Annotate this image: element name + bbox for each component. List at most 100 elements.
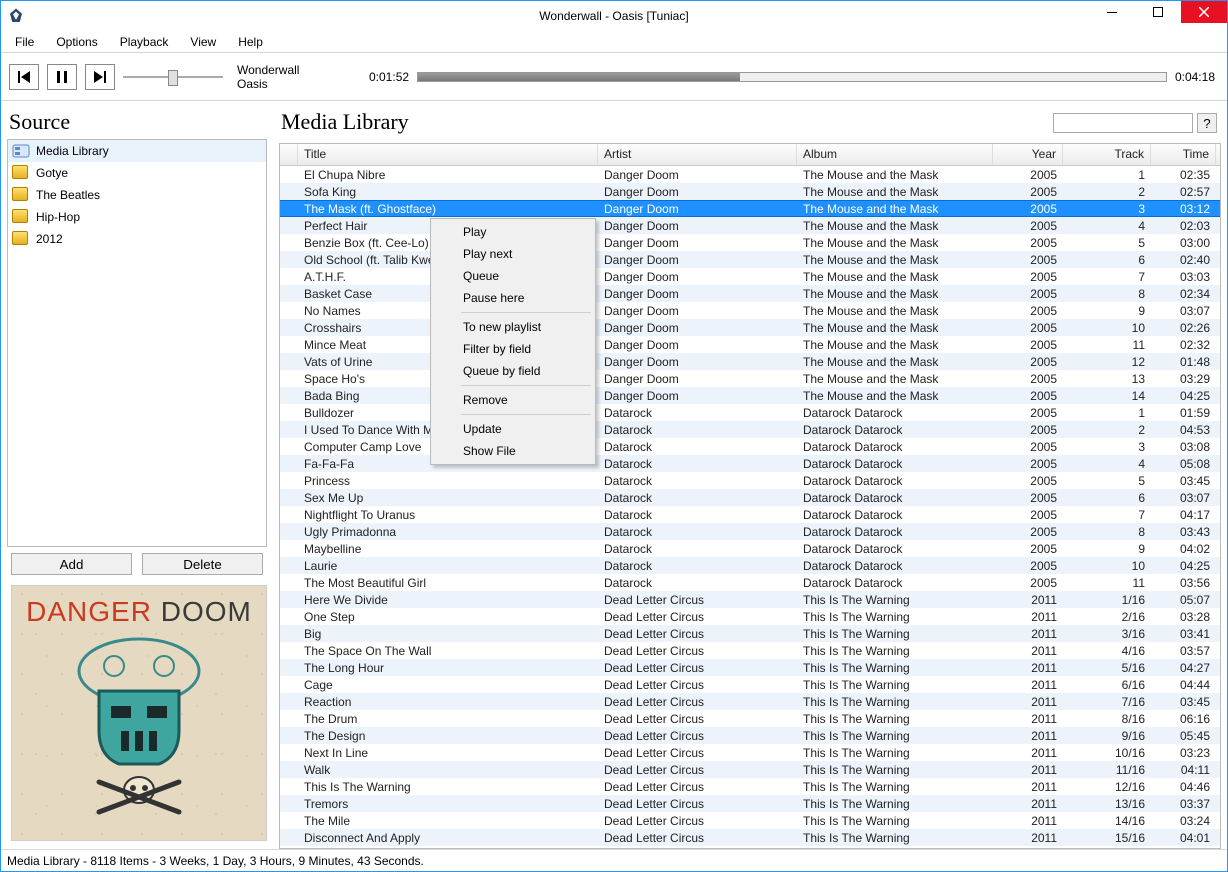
- table-row[interactable]: Old School (ft. Talib Kweli)Danger DoomT…: [280, 251, 1220, 268]
- now-playing-artist: Oasis: [237, 77, 357, 91]
- table-row[interactable]: BulldozerDatarockDatarock Datarock200510…: [280, 404, 1220, 421]
- source-list[interactable]: Media LibraryGotye The Beatles Hip-Hop 2012: [7, 139, 267, 547]
- context-menu-item[interactable]: Queue: [433, 265, 593, 287]
- table-body[interactable]: El Chupa NibreDanger DoomThe Mouse and t…: [280, 166, 1220, 848]
- album-art: DANGER DOOM: [11, 585, 267, 841]
- elapsed-time: 0:01:52: [369, 70, 409, 84]
- table-row[interactable]: ReactionDead Letter CircusThis Is The Wa…: [280, 693, 1220, 710]
- table-row[interactable]: CageDead Letter CircusThis Is The Warnin…: [280, 676, 1220, 693]
- context-menu-item[interactable]: Remove: [433, 389, 593, 411]
- context-menu-item[interactable]: Play: [433, 221, 593, 243]
- table-row[interactable]: WalkDead Letter CircusThis Is The Warnin…: [280, 761, 1220, 778]
- search-input[interactable]: [1053, 113, 1193, 133]
- table-header: Title Artist Album Year Track Time: [280, 144, 1220, 166]
- table-row[interactable]: One StepDead Letter CircusThis Is The Wa…: [280, 608, 1220, 625]
- table-row[interactable]: Disconnect And ApplyDead Letter CircusTh…: [280, 829, 1220, 846]
- table-row[interactable]: TremorsDead Letter CircusThis Is The War…: [280, 795, 1220, 812]
- previous-button[interactable]: [9, 64, 39, 90]
- source-item[interactable]: The Beatles: [8, 184, 266, 206]
- table-row[interactable]: CrosshairsDanger DoomThe Mouse and the M…: [280, 319, 1220, 336]
- col-track[interactable]: Track: [1063, 144, 1151, 165]
- source-item-label: The Beatles: [36, 188, 100, 202]
- menu-options[interactable]: Options: [48, 33, 105, 51]
- table-row[interactable]: Here We DivideDead Letter CircusThis Is …: [280, 591, 1220, 608]
- total-time: 0:04:18: [1175, 70, 1215, 84]
- table-row[interactable]: Next In LineDead Letter CircusThis Is Th…: [280, 744, 1220, 761]
- table-row[interactable]: The Most Beautiful GirlDatarockDatarock …: [280, 574, 1220, 591]
- source-item[interactable]: Media Library: [8, 140, 266, 162]
- table-row[interactable]: The Long HourDead Letter CircusThis Is T…: [280, 659, 1220, 676]
- table-row[interactable]: Fa-Fa-FaDatarockDatarock Datarock2005405…: [280, 455, 1220, 472]
- add-source-button[interactable]: Add: [11, 553, 132, 575]
- source-item-label: 2012: [36, 232, 63, 246]
- table-row[interactable]: MaybellineDatarockDatarock Datarock20059…: [280, 540, 1220, 557]
- table-row[interactable]: Perfect HairDanger DoomThe Mouse and the…: [280, 217, 1220, 234]
- table-row[interactable]: Vats of UrineDanger DoomThe Mouse and th…: [280, 353, 1220, 370]
- table-row[interactable]: The Space On The WallDead Letter CircusT…: [280, 642, 1220, 659]
- context-menu-item[interactable]: Filter by field: [433, 338, 593, 360]
- album-art-bones-icon: [89, 772, 189, 822]
- col-year[interactable]: Year: [993, 144, 1063, 165]
- minimize-button[interactable]: [1089, 1, 1135, 23]
- context-menu-item[interactable]: Update: [433, 418, 593, 440]
- context-menu-item[interactable]: Pause here: [433, 287, 593, 309]
- delete-source-button[interactable]: Delete: [142, 553, 263, 575]
- context-menu-item[interactable]: Show File: [433, 440, 593, 462]
- search-help-button[interactable]: ?: [1197, 113, 1217, 133]
- table-row[interactable]: BigDead Letter CircusThis Is The Warning…: [280, 625, 1220, 642]
- progress-bar[interactable]: [417, 72, 1167, 82]
- status-text: Media Library - 8118 Items - 3 Weeks, 1 …: [7, 854, 424, 868]
- table-row[interactable]: LaurieDatarockDatarock Datarock20051004:…: [280, 557, 1220, 574]
- table-row[interactable]: The DesignDead Letter CircusThis Is The …: [280, 727, 1220, 744]
- table-row[interactable]: Sex Me UpDatarockDatarock Datarock200560…: [280, 489, 1220, 506]
- table-row[interactable]: Bada BingDanger DoomThe Mouse and the Ma…: [280, 387, 1220, 404]
- source-item[interactable]: Gotye: [8, 162, 266, 184]
- playlist-icon: [12, 165, 30, 181]
- titlebar: Wonderwall - Oasis [Tuniac]: [1, 1, 1227, 31]
- source-item[interactable]: 2012: [8, 228, 266, 250]
- playlist-icon: [12, 187, 30, 203]
- col-time[interactable]: Time: [1151, 144, 1216, 165]
- table-row[interactable]: Basket CaseDanger DoomThe Mouse and the …: [280, 285, 1220, 302]
- player-bar: Wonderwall Oasis 0:01:52 0:04:18: [1, 53, 1227, 101]
- next-button[interactable]: [85, 64, 115, 90]
- playlist-icon: [12, 231, 30, 247]
- statusbar: Media Library - 8118 Items - 3 Weeks, 1 …: [1, 849, 1227, 871]
- app-icon: [1, 1, 31, 31]
- menu-help[interactable]: Help: [230, 33, 271, 51]
- table-row[interactable]: The DrumDead Letter CircusThis Is The Wa…: [280, 710, 1220, 727]
- table-row[interactable]: This Is The WarningDead Letter CircusThi…: [280, 778, 1220, 795]
- menu-playback[interactable]: Playback: [112, 33, 177, 51]
- source-item[interactable]: Hip-Hop: [8, 206, 266, 228]
- table-row[interactable]: The Mask (ft. Ghostface)Danger DoomThe M…: [280, 200, 1220, 217]
- table-row[interactable]: Sofa KingDanger DoomThe Mouse and the Ma…: [280, 183, 1220, 200]
- table-row[interactable]: Nightflight To UranusDatarockDatarock Da…: [280, 506, 1220, 523]
- menu-view[interactable]: View: [182, 33, 224, 51]
- table-row[interactable]: The MileDead Letter CircusThis Is The Wa…: [280, 812, 1220, 829]
- table-row[interactable]: No NamesDanger DoomThe Mouse and the Mas…: [280, 302, 1220, 319]
- table-row[interactable]: Space Ho'sDanger DoomThe Mouse and the M…: [280, 370, 1220, 387]
- maximize-button[interactable]: [1135, 1, 1181, 23]
- col-artist[interactable]: Artist: [598, 144, 797, 165]
- table-row[interactable]: Benzie Box (ft. Cee-Lo)Danger DoomThe Mo…: [280, 234, 1220, 251]
- table-row[interactable]: Mince MeatDanger DoomThe Mouse and the M…: [280, 336, 1220, 353]
- context-menu: PlayPlay nextQueuePause here To new playl…: [430, 218, 596, 465]
- context-menu-item[interactable]: Play next: [433, 243, 593, 265]
- context-menu-item[interactable]: To new playlist: [433, 316, 593, 338]
- playlist-icon: [12, 209, 30, 225]
- table-row[interactable]: I Used To Dance With My DaddyDatarockDat…: [280, 421, 1220, 438]
- close-button[interactable]: [1181, 1, 1227, 23]
- table-row[interactable]: Computer Camp LoveDatarockDatarock Datar…: [280, 438, 1220, 455]
- menu-file[interactable]: File: [7, 33, 42, 51]
- col-title[interactable]: Title: [298, 144, 598, 165]
- volume-slider[interactable]: [123, 67, 223, 87]
- table-row[interactable]: A.T.H.F.Danger DoomThe Mouse and the Mas…: [280, 268, 1220, 285]
- table-row[interactable]: Ugly PrimadonnaDatarockDatarock Datarock…: [280, 523, 1220, 540]
- pause-button[interactable]: [47, 64, 77, 90]
- table-row[interactable]: PrincessDatarockDatarock Datarock2005503…: [280, 472, 1220, 489]
- context-menu-item[interactable]: Queue by field: [433, 360, 593, 382]
- context-menu-separator: [461, 312, 591, 313]
- col-album[interactable]: Album: [797, 144, 993, 165]
- source-item-label: Hip-Hop: [36, 210, 80, 224]
- table-row[interactable]: El Chupa NibreDanger DoomThe Mouse and t…: [280, 166, 1220, 183]
